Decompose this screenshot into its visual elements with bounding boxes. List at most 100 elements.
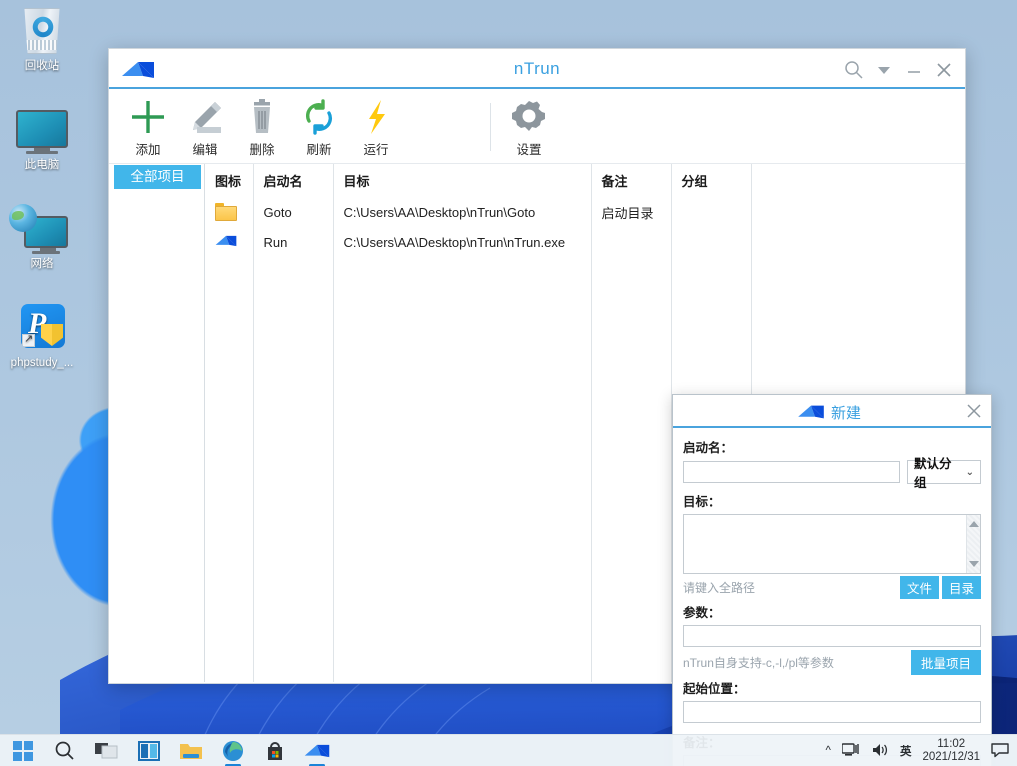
params-label: 参数：: [683, 606, 721, 620]
desktop-icon-label: 网络: [30, 258, 54, 270]
file-explorer-icon[interactable]: [178, 738, 204, 764]
toolbar-button-refresh[interactable]: 刷新: [291, 95, 347, 159]
volume-icon[interactable]: [871, 742, 889, 761]
ntrun-logo-icon: [215, 235, 237, 246]
network-icon: [4, 204, 80, 254]
target-scrollbar[interactable]: [966, 515, 980, 573]
toolbar-button-edit[interactable]: 编辑: [177, 95, 233, 159]
items-table: 图标 启动名 目标 备注 分组 Goto C:\Users\AA\Desktop…: [205, 164, 965, 257]
column-header-target[interactable]: 目标: [333, 164, 592, 197]
task-view-icon[interactable]: [94, 738, 120, 764]
taskbar-items: [0, 735, 330, 766]
dialog-title: 新建: [831, 405, 862, 422]
row-note: 启动目录: [591, 197, 672, 227]
toolbar-label: 运行: [363, 143, 389, 157]
microsoft-store-icon[interactable]: [262, 738, 288, 764]
column-header-group[interactable]: 分组: [671, 164, 752, 197]
startpos-label: 起始位置：: [683, 682, 746, 696]
chevron-down-icon[interactable]: [873, 59, 895, 81]
ime-indicator[interactable]: 英: [900, 743, 912, 759]
search-icon[interactable]: [52, 738, 78, 764]
dialog-body: 启动名： 默认分组 ⌄ 目标： 请键入全路径 文件 目录 参数： nTrun自身…: [673, 428, 991, 766]
column-header-icon[interactable]: 图标: [205, 164, 254, 197]
params-hint: nTrun自身支持-c,-l,/pl等参数: [683, 656, 834, 670]
close-icon[interactable]: [933, 59, 955, 81]
row-note: [591, 227, 672, 257]
batch-items-button[interactable]: 批量项目: [910, 650, 981, 675]
widgets-icon[interactable]: [136, 738, 162, 764]
close-icon[interactable]: [965, 402, 983, 420]
column-header-blank[interactable]: [751, 164, 965, 197]
desktop-icon-network[interactable]: 网络: [4, 204, 80, 271]
scroll-up-icon[interactable]: [969, 521, 979, 527]
params-hint-row: nTrun自身支持-c,-l,/pl等参数 批量项目: [683, 650, 981, 675]
sidebar-item-all-items[interactable]: 全部项目: [114, 165, 201, 189]
network-tray-icon[interactable]: [841, 742, 860, 761]
folder-icon: [215, 202, 237, 221]
ntrun-logo-icon: [798, 405, 824, 419]
search-icon[interactable]: [843, 59, 865, 81]
name-input[interactable]: [683, 461, 900, 483]
params-input[interactable]: [683, 625, 981, 647]
row-name: Goto: [253, 197, 334, 227]
plus-icon: [120, 95, 176, 139]
row-name: Run: [253, 227, 334, 257]
target-textarea[interactable]: [683, 514, 981, 574]
table-header-row: 图标 启动名 目标 备注 分组: [205, 164, 965, 197]
gear-icon: [501, 95, 557, 139]
row-target: C:\Users\AA\Desktop\nTrun\nTrun.exe: [333, 227, 592, 257]
toolbar-button-add[interactable]: 添加: [120, 95, 176, 159]
toolbar-button-delete[interactable]: 删除: [234, 95, 290, 159]
desktop-icon-phpstudy[interactable]: P phpstudy_...: [4, 303, 80, 370]
column-header-name[interactable]: 启动名: [253, 164, 334, 197]
pencil-icon: [177, 95, 233, 139]
row-group: [671, 197, 752, 227]
row-icon-cell: [205, 227, 254, 257]
row-extra: [751, 197, 965, 227]
dir-button[interactable]: 目录: [941, 576, 981, 599]
dialog-titlebar: 新建: [673, 395, 991, 428]
clock-date: 2021/12/31: [922, 751, 980, 763]
table-row[interactable]: Run C:\Users\AA\Desktop\nTrun\nTrun.exe: [205, 227, 965, 257]
phpstudy-shortcut-icon: P: [4, 303, 80, 353]
desktop-icon-label: 此电脑: [24, 159, 60, 171]
toolbar-button-run[interactable]: 运行: [348, 95, 404, 159]
scroll-down-icon[interactable]: [969, 561, 979, 567]
notification-icon[interactable]: [991, 742, 1009, 761]
window-content: 全部项目 图标 启动名 目标 备注 分组 Goto C:\Users\AA\De…: [109, 164, 992, 766]
edge-icon[interactable]: [220, 738, 246, 766]
tray-overflow-icon[interactable]: ^: [826, 745, 831, 757]
row-group: [671, 227, 752, 257]
clock[interactable]: 11:02 2021/12/31: [922, 738, 980, 764]
row-extra: [751, 227, 965, 257]
row-icon-cell: [205, 197, 254, 227]
toolbar-label: 删除: [249, 143, 275, 157]
file-button[interactable]: 文件: [899, 576, 939, 599]
group-select[interactable]: 默认分组 ⌄: [907, 457, 981, 490]
desktop-icon-this-pc[interactable]: 此电脑: [4, 105, 80, 172]
window-titlebar: nTrun: [109, 49, 965, 89]
startpos-input[interactable]: [683, 701, 981, 723]
start-icon[interactable]: [10, 738, 36, 764]
recycle-bin-icon: [4, 6, 80, 56]
desktop-icon-label: 回收站: [24, 60, 60, 72]
taskbar: ^ 英 11:02 2021/12/31: [0, 734, 1017, 766]
toolbar-button-settings[interactable]: 设置: [501, 95, 557, 159]
table-row[interactable]: Goto C:\Users\AA\Desktop\nTrun\Goto 启动目录: [205, 197, 965, 227]
new-item-dialog: 新建 启动名： 默认分组 ⌄ 目标： 请键入全路径 文件 目录 参数： nTru…: [672, 394, 992, 766]
toolbar-label: 刷新: [306, 143, 332, 157]
minimize-icon[interactable]: [903, 59, 925, 81]
target-label: 目标：: [683, 495, 721, 509]
target-buttons: 文件 目录: [899, 576, 981, 599]
this-pc-icon: [4, 105, 80, 155]
name-row: 默认分组 ⌄: [683, 457, 981, 490]
ntrun-window: nTrun 添加 编辑 删除 刷新 运行 设置 全部项目 图标 启动名 目标 备…: [108, 48, 992, 766]
column-header-note[interactable]: 备注: [591, 164, 672, 197]
desktop-icon-recycle-bin[interactable]: 回收站: [4, 6, 80, 73]
toolbar-divider: [490, 103, 491, 151]
ntrun-icon[interactable]: [304, 738, 330, 766]
page-title: nTrun: [513, 59, 561, 78]
group-select-value: 默认分组: [914, 457, 952, 490]
refresh-icon: [291, 95, 347, 139]
desktop-icon-label: phpstudy_...: [10, 357, 74, 369]
